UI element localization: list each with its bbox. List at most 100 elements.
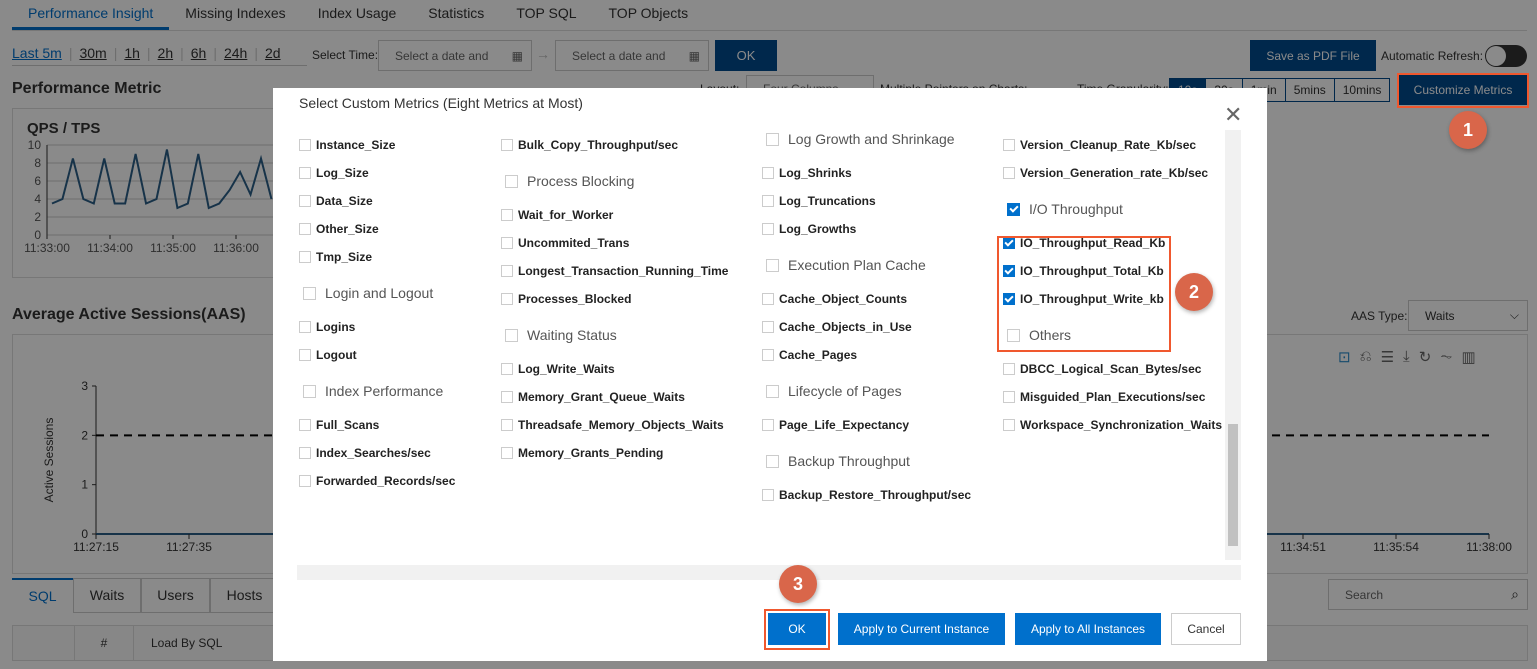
horizontal-scrollbar[interactable] [297, 565, 1241, 580]
checkbox[interactable] [1003, 167, 1015, 179]
metric-item[interactable]: Page_Life_Expectancy [762, 418, 909, 432]
checkbox[interactable] [1007, 202, 1020, 216]
metric-item[interactable]: Version_Cleanup_Rate_Kb/sec [1003, 138, 1196, 152]
checkbox[interactable] [299, 251, 311, 263]
metric-item[interactable]: Uncommited_Trans [501, 236, 629, 250]
metric-item[interactable]: Full_Scans [299, 418, 379, 432]
apply-all-instances-button[interactable]: Apply to All Instances [1015, 613, 1161, 645]
checkbox[interactable] [501, 447, 513, 459]
metric-item[interactable]: Log_Write_Waits [501, 362, 615, 376]
apply-current-instance-button[interactable]: Apply to Current Instance [838, 613, 1005, 645]
checkbox[interactable] [299, 139, 311, 151]
metric-item[interactable]: Logout [299, 348, 357, 362]
checkbox[interactable] [299, 167, 311, 179]
checkbox[interactable] [762, 293, 774, 305]
metric-group[interactable]: Backup Throughput [762, 453, 910, 469]
checkbox[interactable] [299, 321, 311, 333]
metric-item[interactable]: Log_Growths [762, 222, 856, 236]
checkbox[interactable] [766, 258, 779, 272]
metric-item[interactable]: Memory_Grants_Pending [501, 446, 663, 460]
checkbox[interactable] [299, 223, 311, 235]
checkbox[interactable] [501, 363, 513, 375]
metric-item[interactable]: Cache_Objects_in_Use [762, 320, 912, 334]
metric-group[interactable]: Process Blocking [501, 173, 634, 189]
metric-group[interactable]: Index Performance [299, 383, 443, 399]
metric-item[interactable]: Tmp_Size [299, 250, 372, 264]
metric-group[interactable]: Waiting Status [501, 327, 617, 343]
metric-item[interactable]: Bulk_Copy_Throughput/sec [501, 138, 678, 152]
checkbox[interactable] [762, 349, 774, 361]
metric-label: Wait_for_Worker [518, 208, 614, 222]
metric-item[interactable]: Longest_Transaction_Running_Time [501, 264, 728, 278]
metric-item[interactable]: Log_Truncations [762, 194, 876, 208]
checkbox[interactable] [1003, 419, 1015, 431]
metric-item[interactable]: Log_Size [299, 166, 369, 180]
checkbox[interactable] [501, 391, 513, 403]
metric-item[interactable]: Forwarded_Records/sec [299, 474, 455, 488]
metric-item[interactable]: DBCC_Logical_Scan_Bytes/sec [1003, 362, 1201, 376]
checkbox[interactable] [501, 419, 513, 431]
checkbox[interactable] [762, 419, 774, 431]
close-icon[interactable]: ✕ [1224, 104, 1242, 126]
vertical-scroll-thumb[interactable] [1228, 424, 1238, 546]
checkbox[interactable] [501, 237, 513, 249]
checkbox[interactable] [299, 419, 311, 431]
metric-item[interactable]: Threadsafe_Memory_Objects_Waits [501, 418, 724, 432]
metric-group[interactable]: Log Growth and Shrinkage [762, 131, 955, 147]
metric-group[interactable]: Lifecycle of Pages [762, 383, 902, 399]
checkbox[interactable] [766, 454, 779, 468]
metric-item[interactable]: Other_Size [299, 222, 379, 236]
checkbox[interactable] [762, 489, 774, 501]
metric-item[interactable]: Processes_Blocked [501, 292, 631, 306]
metric-item[interactable]: Log_Shrinks [762, 166, 852, 180]
metric-item[interactable]: Index_Searches/sec [299, 446, 431, 460]
metric-item[interactable]: Instance_Size [299, 138, 395, 152]
cancel-button[interactable]: Cancel [1171, 613, 1241, 645]
metric-item[interactable]: Data_Size [299, 194, 373, 208]
checkbox[interactable] [501, 209, 513, 221]
checkbox[interactable] [762, 321, 774, 333]
metric-item[interactable]: Wait_for_Worker [501, 208, 613, 222]
metric-label: Log_Growths [779, 222, 857, 236]
checkbox[interactable] [1003, 363, 1015, 375]
checkbox[interactable] [303, 384, 316, 398]
metric-label: Full_Scans [316, 418, 380, 432]
vertical-scrollbar[interactable] [1225, 130, 1241, 560]
metric-label: Instance_Size [316, 138, 396, 152]
annotation-box-customize [1397, 73, 1529, 108]
checkbox[interactable] [299, 349, 311, 361]
dialog-title: Select Custom Metrics (Eight Metrics at … [299, 95, 583, 111]
checkbox[interactable] [501, 139, 513, 151]
step-marker-1: 1 [1449, 111, 1487, 149]
metric-group[interactable]: I/O Throughput [1003, 201, 1123, 217]
metric-label: Cache_Object_Counts [779, 292, 908, 306]
metric-group[interactable]: Login and Logout [299, 285, 433, 301]
metric-item[interactable]: Workspace_Synchronization_Waits [1003, 418, 1222, 432]
metric-item[interactable]: Cache_Object_Counts [762, 292, 907, 306]
metric-item[interactable]: Backup_Restore_Throughput/sec [762, 488, 971, 502]
metric-item[interactable]: Memory_Grant_Queue_Waits [501, 390, 685, 404]
checkbox[interactable] [1003, 391, 1015, 403]
metric-item[interactable]: Cache_Pages [762, 348, 857, 362]
checkbox[interactable] [766, 384, 779, 398]
metric-item[interactable]: Version_Generation_rate_Kb/sec [1003, 166, 1208, 180]
checkbox[interactable] [505, 328, 518, 342]
checkbox[interactable] [766, 132, 779, 146]
metric-label: Login and Logout [325, 285, 434, 301]
checkbox[interactable] [505, 174, 518, 188]
checkbox[interactable] [299, 447, 311, 459]
checkbox[interactable] [299, 195, 311, 207]
metric-label: Log_Shrinks [779, 166, 852, 180]
metric-item[interactable]: Misguided_Plan_Executions/sec [1003, 390, 1205, 404]
metric-group[interactable]: Execution Plan Cache [762, 257, 926, 273]
checkbox[interactable] [501, 265, 513, 277]
checkbox[interactable] [1003, 139, 1015, 151]
checkbox[interactable] [501, 293, 513, 305]
checkbox[interactable] [762, 167, 774, 179]
metric-label: Uncommited_Trans [518, 236, 630, 250]
metric-item[interactable]: Logins [299, 320, 355, 334]
checkbox[interactable] [303, 286, 316, 300]
checkbox[interactable] [762, 223, 774, 235]
checkbox[interactable] [762, 195, 774, 207]
checkbox[interactable] [299, 475, 311, 487]
